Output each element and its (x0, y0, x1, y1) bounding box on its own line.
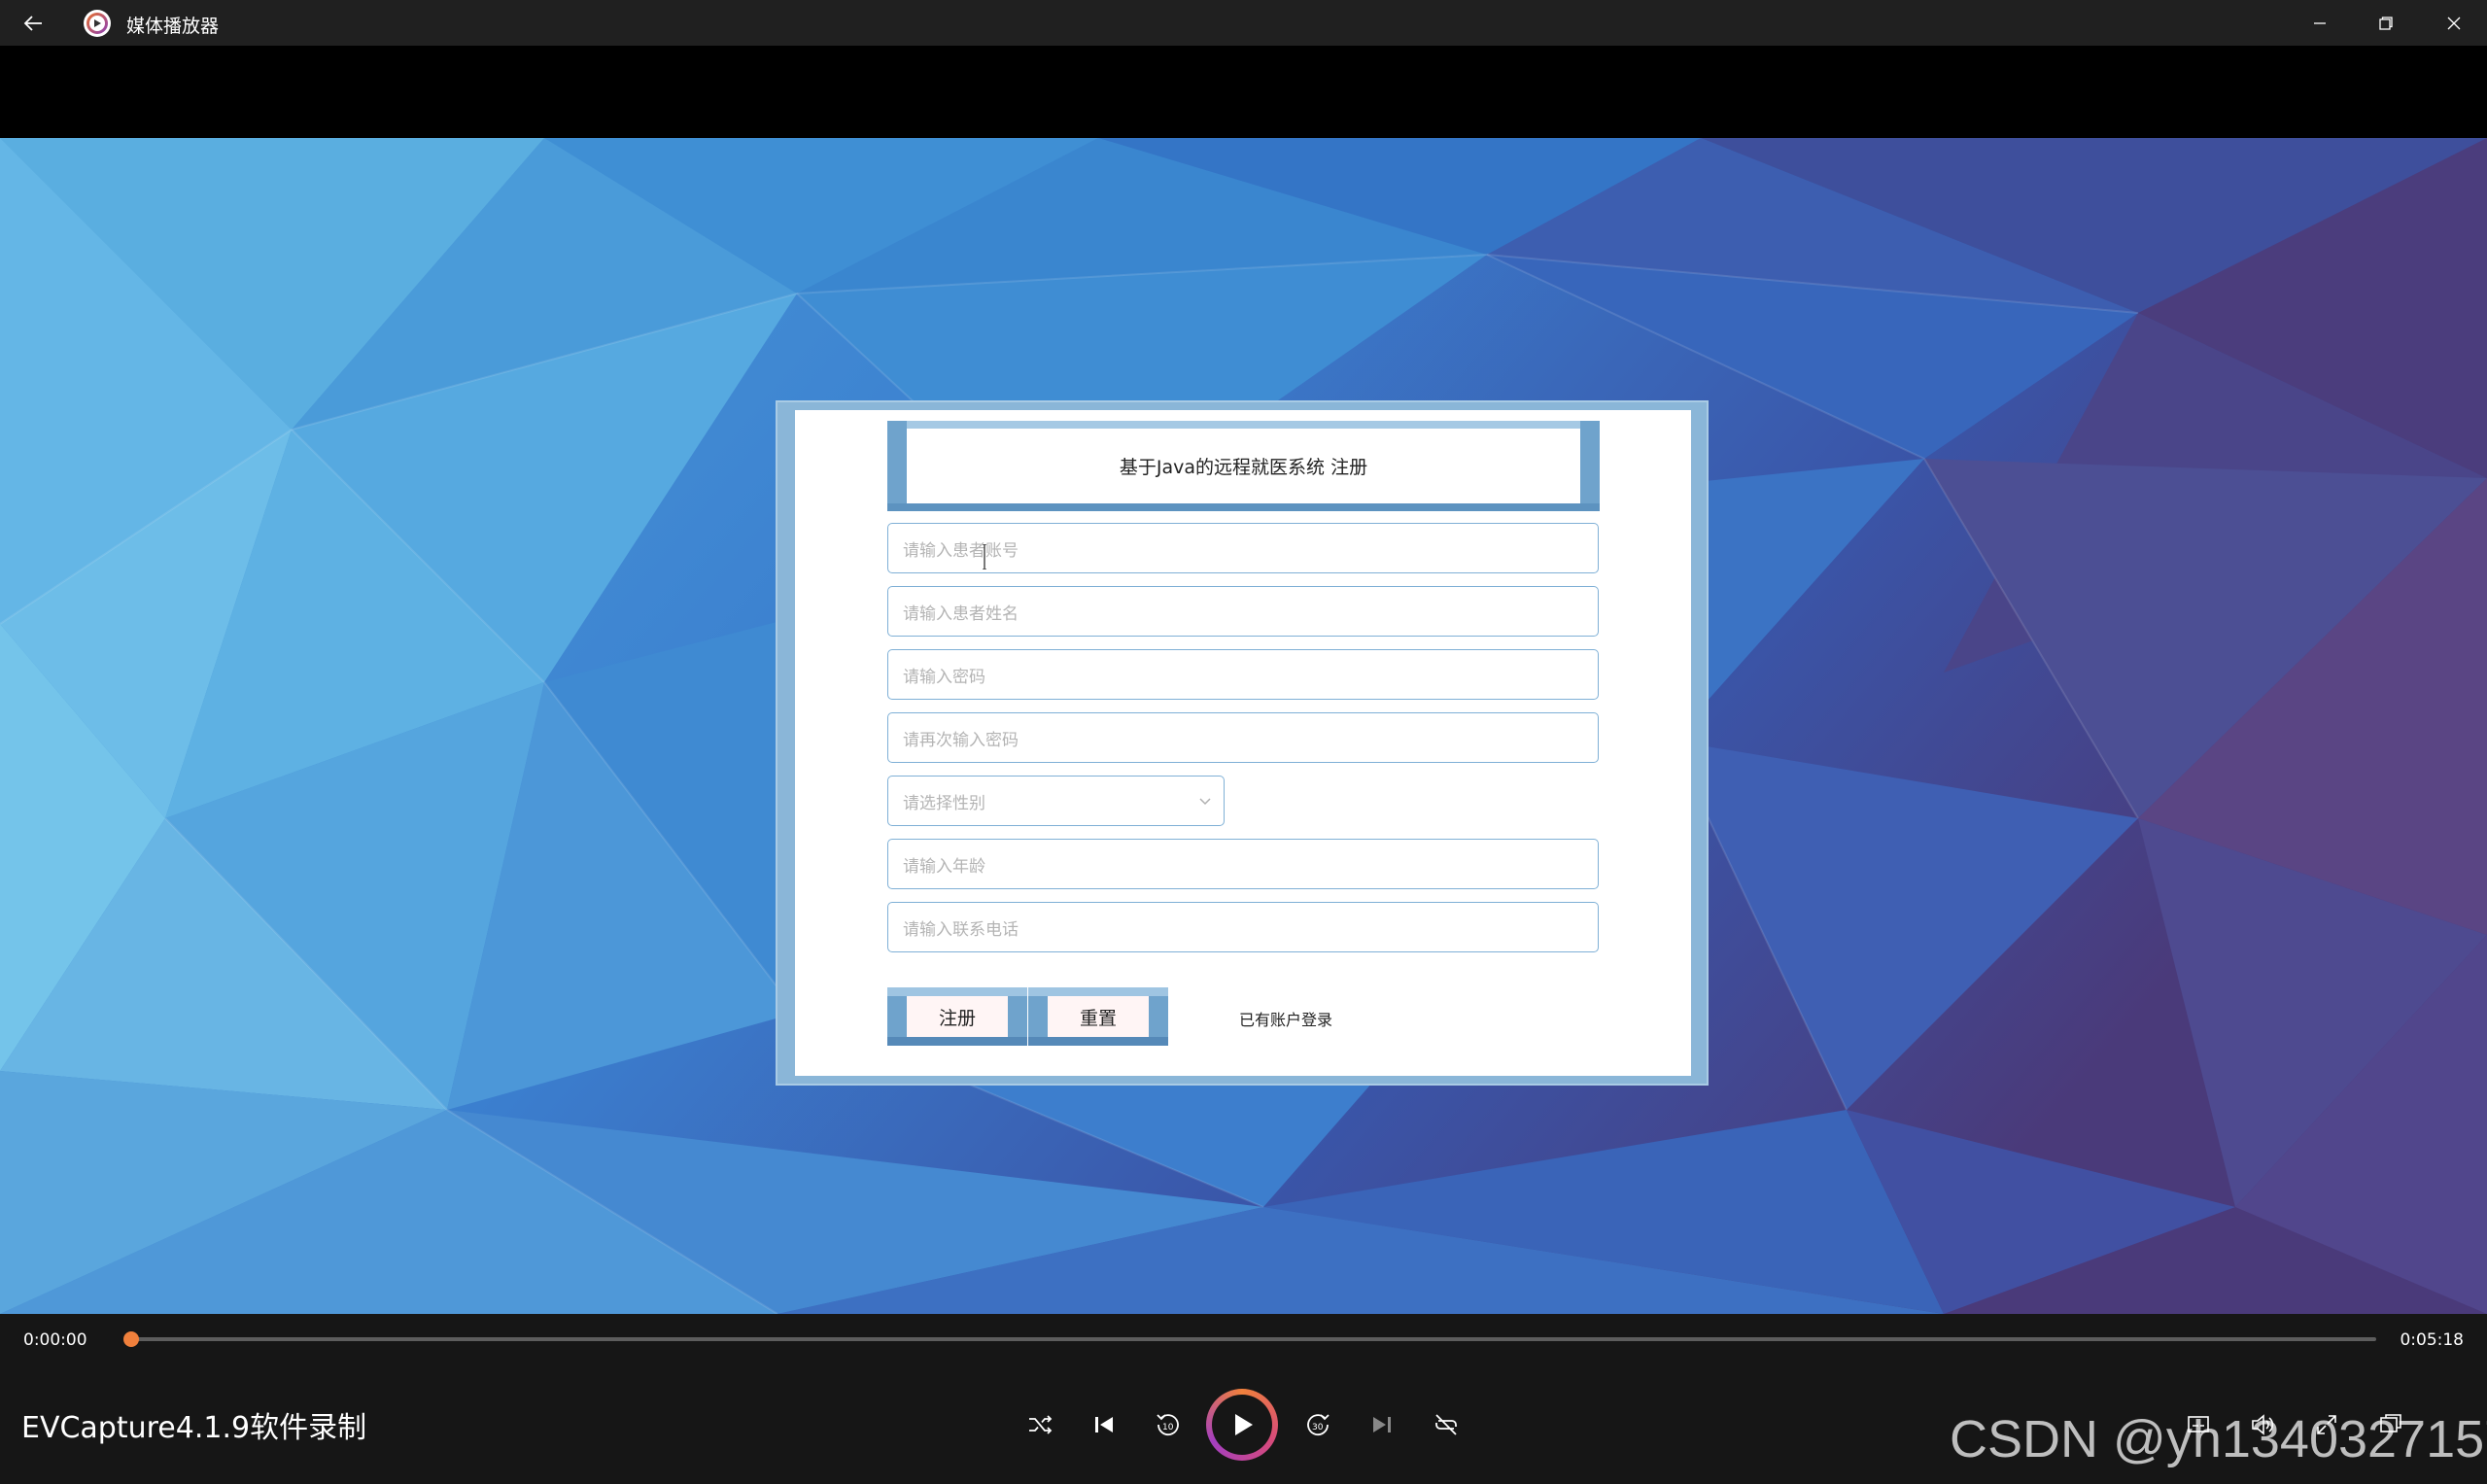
skip-forward-30-icon: 30 (1307, 1414, 1330, 1436)
phone-input[interactable]: 请输入联系电话 (887, 902, 1599, 952)
skip-back-button[interactable]: 10 (1143, 1399, 1193, 1450)
back-button[interactable] (17, 8, 49, 39)
age-input[interactable]: 请输入年龄 (887, 839, 1599, 889)
minimize-icon (2314, 21, 2326, 24)
reset-button-label: 重置 (1048, 996, 1149, 1037)
window-titlebar: 媒体播放器 (0, 0, 2487, 46)
restore-icon (2379, 16, 2393, 30)
form-title: 基于Java的远程就医系统 注册 (1119, 457, 1368, 478)
gender-placeholder: 请选择性别 (903, 793, 985, 813)
csdn-watermark: CSDN @yh1340327157 (1950, 1410, 2487, 1468)
svg-text:30: 30 (1312, 1423, 1324, 1432)
phone-placeholder: 请输入联系电话 (903, 919, 1019, 940)
register-button-label: 注册 (907, 996, 1008, 1037)
play-icon (1235, 1414, 1253, 1435)
close-icon (2447, 17, 2461, 29)
gender-select[interactable]: 请选择性别 (887, 776, 1225, 826)
play-button[interactable] (1206, 1389, 1278, 1461)
login-link[interactable]: 已有账户登录 (1239, 1007, 1332, 1030)
minimize-button[interactable] (2287, 0, 2353, 46)
age-placeholder: 请输入年龄 (903, 856, 985, 877)
seek-bar[interactable] (131, 1337, 2376, 1341)
shuffle-icon (1029, 1415, 1053, 1434)
text-cursor-icon (983, 544, 986, 569)
previous-button[interactable] (1079, 1399, 1129, 1450)
register-button[interactable]: 注册 (887, 987, 1027, 1046)
media-player-app-icon (84, 10, 111, 37)
close-button[interactable] (2421, 0, 2487, 46)
skip-previous-icon (1095, 1417, 1113, 1432)
patient-id-input[interactable]: 请输入患者账号 (887, 523, 1599, 573)
window-title: 媒体播放器 (126, 16, 220, 37)
chevron-down-icon (1199, 798, 1211, 806)
skip-back-10-icon: 10 (1157, 1414, 1179, 1436)
shuffle-button[interactable] (1015, 1399, 1065, 1450)
total-time: 0:05:18 (2400, 1330, 2464, 1350)
restore-button[interactable] (2353, 0, 2419, 46)
patient-id-placeholder: 请输入患者账号 (903, 540, 1019, 561)
svg-text:10: 10 (1162, 1423, 1174, 1432)
repeat-off-icon (1435, 1414, 1457, 1435)
patient-name-placeholder: 请输入患者姓名 (903, 604, 1019, 624)
video-title: EVCapture4.1.9软件录制 (21, 1411, 367, 1445)
skip-forward-button[interactable]: 30 (1293, 1399, 1343, 1450)
next-button[interactable] (1357, 1399, 1407, 1450)
confirm-password-placeholder: 请再次输入密码 (903, 730, 1019, 750)
repeat-button[interactable] (1421, 1399, 1471, 1450)
form-header: 基于Java的远程就医系统 注册 (907, 429, 1580, 503)
password-input[interactable]: 请输入密码 (887, 649, 1599, 700)
reset-button[interactable]: 重置 (1028, 987, 1168, 1046)
current-time: 0:00:00 (23, 1330, 87, 1350)
seek-thumb[interactable] (123, 1331, 139, 1347)
password-placeholder: 请输入密码 (903, 667, 985, 687)
skip-next-icon (1373, 1417, 1391, 1432)
back-arrow-icon (23, 16, 42, 31)
video-letterbox (0, 46, 2487, 138)
patient-name-input[interactable]: 请输入患者姓名 (887, 586, 1599, 637)
confirm-password-input[interactable]: 请再次输入密码 (887, 712, 1599, 763)
